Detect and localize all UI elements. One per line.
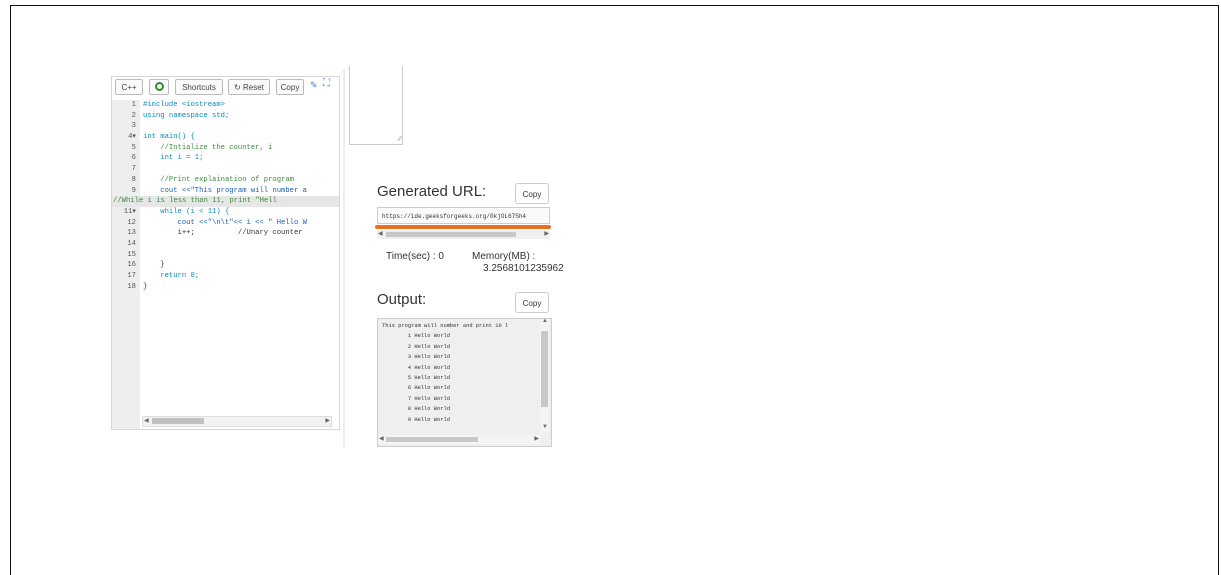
url-highlight-underline	[375, 225, 551, 229]
memory-value: 3.2568101235962	[483, 263, 564, 274]
code-line[interactable]: 14	[112, 239, 339, 250]
run-icon	[154, 82, 164, 92]
line-number: 7	[131, 165, 136, 174]
code-text: }	[143, 261, 165, 270]
code-line[interactable]: 7	[112, 164, 339, 175]
code-line[interactable]: 13 i++; //Unary counter	[112, 228, 339, 239]
code-line[interactable]: 2 using namespace std;	[112, 111, 339, 122]
line-number: 8	[131, 175, 136, 184]
output-line: This program will number and print 10 l	[382, 323, 509, 329]
scrollbar-thumb[interactable]	[541, 331, 548, 407]
code-area[interactable]: 1 #include <iostream> 2 using namespace std…	[112, 100, 339, 406]
line-number: 17	[127, 272, 136, 280]
line-number: 14	[127, 239, 136, 248]
code-line[interactable]: 11▾ while (i < 11) {	[112, 207, 339, 218]
code-line[interactable]: 16 }	[112, 260, 339, 271]
scroll-right-icon[interactable]: ▶	[534, 435, 539, 444]
line-number: 9	[131, 186, 136, 195]
output-line: 4 Hello World	[382, 364, 450, 371]
output-vertical-scrollbar[interactable]: ▲ ▼	[540, 319, 549, 433]
output-heading: Output:	[377, 291, 427, 308]
line-number: 2	[131, 111, 136, 120]
code-text: while (i < 11) {	[143, 207, 230, 216]
line-number: 13	[127, 229, 136, 238]
editor-horizontal-scrollbar[interactable]: ◀ ▶	[142, 416, 332, 427]
url-horizontal-scrollbar[interactable]: ◀ ▶	[377, 230, 550, 239]
editor-toolbar: C++ Shortcuts ↻ Reset Copy ✎ ⛶	[112, 77, 339, 99]
line-number: 5	[131, 143, 136, 152]
code-text: i++; //Unary counter	[143, 229, 303, 238]
line-number: 16	[127, 261, 136, 270]
code-text: using namespace std;	[143, 111, 230, 120]
scroll-down-icon[interactable]: ▼	[542, 423, 548, 432]
output-line: 7 Hello World	[382, 395, 450, 402]
pencil-icon[interactable]: ✎	[310, 80, 318, 91]
code-line[interactable]: 3	[112, 121, 339, 132]
code-line[interactable]: 8 //Print explaination of program	[112, 175, 339, 186]
line-number: 6	[131, 154, 136, 163]
expand-icon[interactable]: ⛶	[323, 78, 330, 89]
url-field[interactable]: https://ide.geeksforgeeks.org/0kjOL67Sh4	[377, 207, 550, 224]
line-number: 12	[127, 218, 136, 227]
line-number: 18	[127, 282, 136, 291]
output-line: 2 Hello World	[382, 343, 450, 350]
code-line[interactable]: 5 //Intialize the counter, i	[112, 143, 339, 154]
reset-button[interactable]: ↻ Reset	[228, 79, 270, 95]
code-text: //While i is less than 11, print "Hell	[113, 197, 277, 206]
code-line[interactable]: 4▾ int main() {	[112, 132, 339, 143]
resize-grip-icon[interactable]: ∕∕	[399, 136, 401, 143]
scrollbar-thumb[interactable]	[152, 418, 204, 424]
code-text: cout <<"\n\t"<< i << " Hello W	[143, 218, 307, 227]
line-number: 11▾	[123, 207, 136, 216]
line-number: 1	[131, 101, 136, 109]
input-textarea[interactable]: ∕∕	[349, 66, 403, 145]
scroll-left-icon[interactable]: ◀	[378, 230, 383, 239]
output-line: 8 Hello World	[382, 406, 450, 413]
code-text: #include <iostream>	[143, 101, 225, 109]
code-text: //Print explaination of program	[143, 175, 294, 184]
copy-code-button[interactable]: Copy	[276, 79, 304, 95]
code-editor[interactable]: C++ Shortcuts ↻ Reset Copy ✎ ⛶ 1 #include…	[111, 76, 340, 430]
scrollbar-thumb[interactable]	[386, 232, 516, 237]
scroll-left-icon[interactable]: ◀	[144, 417, 149, 426]
output-line: 6 Hello World	[382, 385, 450, 392]
code-line[interactable]: 10//While i is less than 11, print "Hell	[112, 196, 339, 207]
output-line: 5 Hello World	[382, 375, 450, 381]
code-line[interactable]: 18}	[112, 282, 339, 293]
code-text: return 0;	[143, 272, 200, 280]
code-line[interactable]: 9 cout <<"This program will number a	[112, 186, 339, 197]
code-line[interactable]: 17 return 0;	[112, 271, 339, 282]
code-line[interactable]: 15	[112, 250, 339, 261]
code-text: //Intialize the counter, i	[143, 143, 273, 152]
scroll-up-icon[interactable]: ▲	[542, 319, 548, 326]
output-line: 9 Hello World	[382, 416, 450, 423]
code-line[interactable]: 12 cout <<"\n\t"<< i << " Hello W	[112, 218, 339, 229]
memory-label: Memory(MB) :	[472, 251, 536, 262]
code-line[interactable]: 1 #include <iostream>	[112, 100, 339, 111]
run-button[interactable]	[149, 79, 169, 95]
line-number: 4▾	[128, 133, 136, 142]
copy-url-button[interactable]: Copy	[515, 183, 549, 204]
line-number: 3	[131, 122, 136, 131]
shortcuts-button[interactable]: Shortcuts	[175, 79, 223, 95]
generated-url-heading: Generated URL:	[377, 183, 487, 200]
language-selector[interactable]: C++	[115, 79, 143, 95]
output-line: 3 Hello World	[382, 354, 450, 361]
panel-divider[interactable]	[343, 70, 345, 448]
time-label: Time(sec) : 0	[386, 251, 444, 262]
code-text: cout <<"This program will number a	[143, 186, 307, 195]
code-text: int main() {	[143, 133, 195, 142]
output-box[interactable]: This program will number and print 10 l …	[377, 318, 552, 447]
scroll-right-icon[interactable]: ▶	[544, 230, 549, 239]
code-line[interactable]: 6 int i = 1;	[112, 153, 339, 164]
code-text: int i = 1;	[143, 154, 204, 163]
scroll-left-icon[interactable]: ◀	[379, 435, 384, 444]
scrollbar-thumb[interactable]	[386, 437, 478, 442]
output-horizontal-scrollbar[interactable]: ◀ ▶	[378, 435, 540, 444]
code-text: }	[143, 282, 148, 291]
scroll-right-icon[interactable]: ▶	[325, 417, 330, 426]
output-line: 1 Hello World	[382, 333, 450, 340]
line-number: 15	[127, 250, 136, 259]
copy-output-button[interactable]: Copy	[515, 292, 549, 313]
